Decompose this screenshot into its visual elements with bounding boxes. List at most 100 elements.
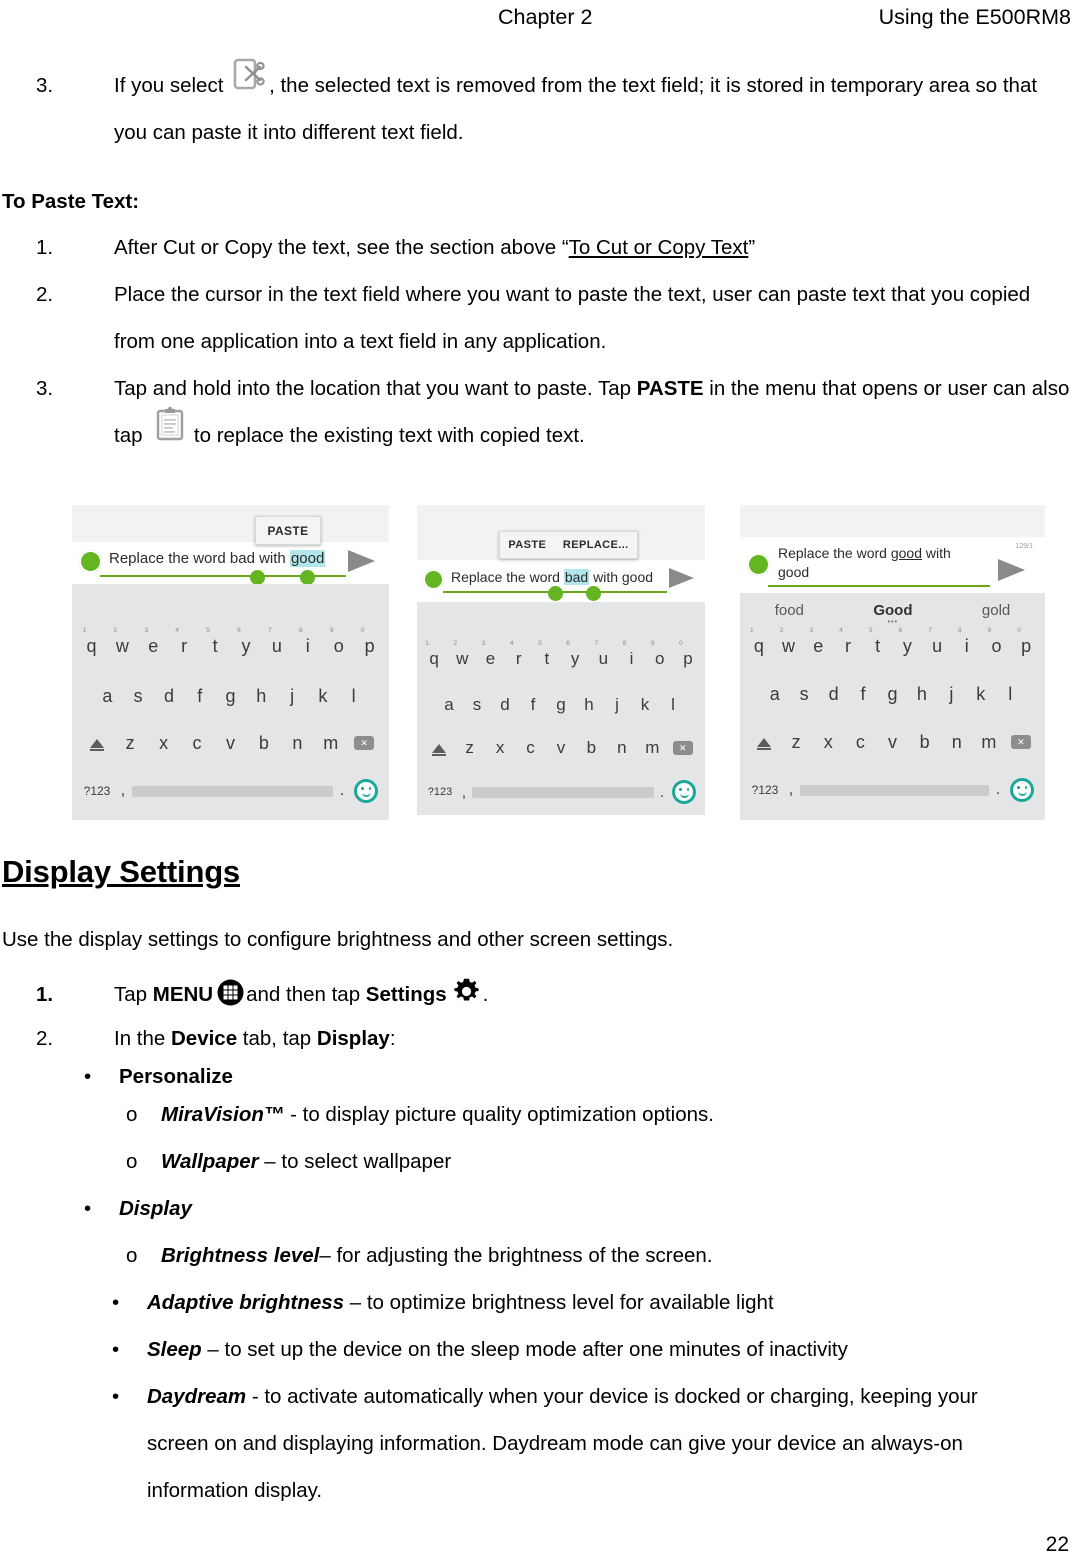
suggestion-bar-3[interactable]: food Good ••• gold — [740, 600, 1045, 626]
keyboard-row-2-fig3[interactable]: a s d f g h j k l — [740, 681, 1045, 707]
key-w-1[interactable]: 2w — [107, 627, 138, 657]
shift-key-2[interactable] — [424, 743, 454, 756]
message-text-3[interactable]: Replace the word good with good — [778, 544, 968, 582]
key-n-1[interactable]: n — [281, 733, 314, 754]
key-r-3[interactable]: 4r — [833, 627, 863, 657]
key-v-3[interactable]: v — [876, 732, 908, 753]
keyboard-row-2-fig2[interactable]: a s d f g h j k l — [417, 692, 705, 718]
key-a-2[interactable]: a — [435, 695, 463, 715]
keyboard-row-3-fig3[interactable]: z x c v b n m ✕ — [740, 729, 1045, 755]
paste-popup-button-2[interactable]: PASTE — [508, 532, 546, 559]
key-d-2[interactable]: d — [491, 695, 519, 715]
key-x-3[interactable]: x — [812, 732, 844, 753]
key-c-3[interactable]: c — [844, 732, 876, 753]
key-c-1[interactable]: c — [180, 733, 213, 754]
replace-popup-button-2[interactable]: REPLACE... — [563, 532, 629, 559]
suggestion-food[interactable]: food — [775, 602, 804, 619]
key-e-2[interactable]: 3e — [476, 640, 504, 669]
period-key-1[interactable]: . — [333, 782, 351, 800]
key-s-2[interactable]: s — [463, 695, 491, 715]
symbols-key-3[interactable]: ?123 — [748, 783, 782, 797]
key-y-1[interactable]: 6y — [231, 627, 262, 657]
key-g-2[interactable]: g — [547, 695, 575, 715]
space-key-1[interactable] — [132, 785, 333, 797]
key-o-2[interactable]: 9o — [646, 640, 674, 669]
key-m-3[interactable]: m — [973, 732, 1005, 753]
key-c-2[interactable]: c — [515, 738, 545, 758]
key-e-3[interactable]: 3e — [803, 627, 833, 657]
key-b-1[interactable]: b — [247, 733, 280, 754]
key-n-2[interactable]: n — [607, 738, 637, 758]
key-b-3[interactable]: b — [909, 732, 941, 753]
keyboard-1[interactable]: 1q 2w 3e 4r 5t 6y 7u 8i 9o 0p a s d f g … — [72, 584, 389, 820]
key-u-3[interactable]: 7u — [922, 627, 952, 657]
backspace-key-2[interactable]: ✕ — [668, 741, 698, 755]
send-icon-2[interactable] — [669, 568, 694, 588]
selection-handle-left-2[interactable] — [548, 586, 563, 601]
comma-key-2[interactable]: , — [456, 784, 472, 801]
send-icon-3[interactable] — [998, 559, 1025, 581]
key-q-1[interactable]: 1q — [76, 627, 107, 657]
key-y-2[interactable]: 6y — [561, 640, 589, 669]
key-v-2[interactable]: v — [546, 738, 576, 758]
keyboard-row-2-fig1[interactable]: a s d f g h j k l — [72, 682, 389, 710]
key-t-3[interactable]: 5t — [863, 627, 893, 657]
send-icon-1[interactable] — [348, 550, 375, 572]
key-g-1[interactable]: g — [215, 686, 246, 707]
key-y-3[interactable]: 6y — [893, 627, 923, 657]
space-key-2[interactable] — [472, 786, 654, 798]
key-x-2[interactable]: x — [485, 738, 515, 758]
key-e-1[interactable]: 3e — [138, 627, 169, 657]
message-input-row-3[interactable]: Replace the word good with good 129/1 — [740, 537, 1045, 593]
paste-popup-1[interactable]: PASTE — [255, 516, 321, 545]
key-p-1[interactable]: 0p — [354, 627, 385, 657]
key-l-1[interactable]: l — [338, 686, 369, 707]
symbols-key-2[interactable]: ?123 — [424, 786, 456, 798]
key-i-3[interactable]: 8i — [952, 627, 982, 657]
cut-copy-text-link[interactable]: To Cut or Copy Text — [569, 236, 749, 259]
key-z-3[interactable]: z — [780, 732, 812, 753]
keyboard-row-4-fig2[interactable]: ?123 , . — [417, 778, 705, 806]
comma-key-1[interactable]: , — [114, 782, 132, 800]
key-h-3[interactable]: h — [907, 684, 936, 705]
key-g-3[interactable]: g — [878, 684, 907, 705]
add-attachment-icon-2[interactable] — [423, 569, 444, 590]
suggestion-gold[interactable]: gold — [982, 602, 1010, 619]
keyboard-2[interactable]: 1q 2w 3e 4r 5t 6y 7u 8i 9o 0p a s d f g … — [417, 602, 705, 815]
keyboard-row-4-fig3[interactable]: ?123 , . — [740, 775, 1045, 805]
add-attachment-icon-1[interactable] — [79, 550, 102, 573]
paste-replace-popup-2[interactable]: PASTE REPLACE... — [499, 531, 638, 559]
suggestion-good-selected[interactable]: Good ••• — [873, 602, 912, 626]
symbols-key-1[interactable]: ?123 — [80, 784, 114, 798]
space-key-3[interactable] — [800, 784, 989, 796]
keyboard-row-1-fig2[interactable]: 1q 2w 3e 4r 5t 6y 7u 8i 9o 0p — [417, 640, 705, 672]
emoji-key-1[interactable] — [351, 779, 381, 803]
key-u-1[interactable]: 7u — [261, 627, 292, 657]
key-a-3[interactable]: a — [760, 684, 789, 705]
keyboard-row-3-fig1[interactable]: z x c v b n m ✕ — [72, 729, 389, 757]
key-f-2[interactable]: f — [519, 695, 547, 715]
paste-popup-button-1[interactable]: PASTE — [267, 524, 308, 538]
key-k-3[interactable]: k — [966, 684, 995, 705]
key-i-2[interactable]: 8i — [617, 640, 645, 669]
key-o-3[interactable]: 9o — [982, 627, 1012, 657]
key-p-3[interactable]: 0p — [1011, 627, 1041, 657]
key-x-1[interactable]: x — [147, 733, 180, 754]
key-z-2[interactable]: z — [454, 738, 484, 758]
key-d-3[interactable]: d — [819, 684, 848, 705]
key-r-1[interactable]: 4r — [169, 627, 200, 657]
message-input-row-2[interactable]: Replace the word bad with good — [417, 560, 705, 602]
selection-handle-left-1[interactable] — [250, 570, 265, 585]
key-z-1[interactable]: z — [113, 733, 146, 754]
selection-handle-right-1[interactable] — [300, 570, 315, 585]
period-key-2[interactable]: . — [654, 784, 670, 801]
key-m-2[interactable]: m — [637, 738, 667, 758]
keyboard-row-1-fig1[interactable]: 1q 2w 3e 4r 5t 6y 7u 8i 9o 0p — [72, 627, 389, 660]
keyboard-row-3-fig2[interactable]: z x c v b n m ✕ — [417, 735, 705, 761]
keyboard-row-1-fig3[interactable]: 1q 2w 3e 4r 5t 6y 7u 8i 9o 0p — [740, 627, 1045, 659]
key-s-1[interactable]: s — [123, 686, 154, 707]
key-h-1[interactable]: h — [246, 686, 277, 707]
key-l-3[interactable]: l — [996, 684, 1025, 705]
key-q-3[interactable]: 1q — [744, 627, 774, 657]
backspace-key-1[interactable]: ✕ — [348, 736, 381, 750]
